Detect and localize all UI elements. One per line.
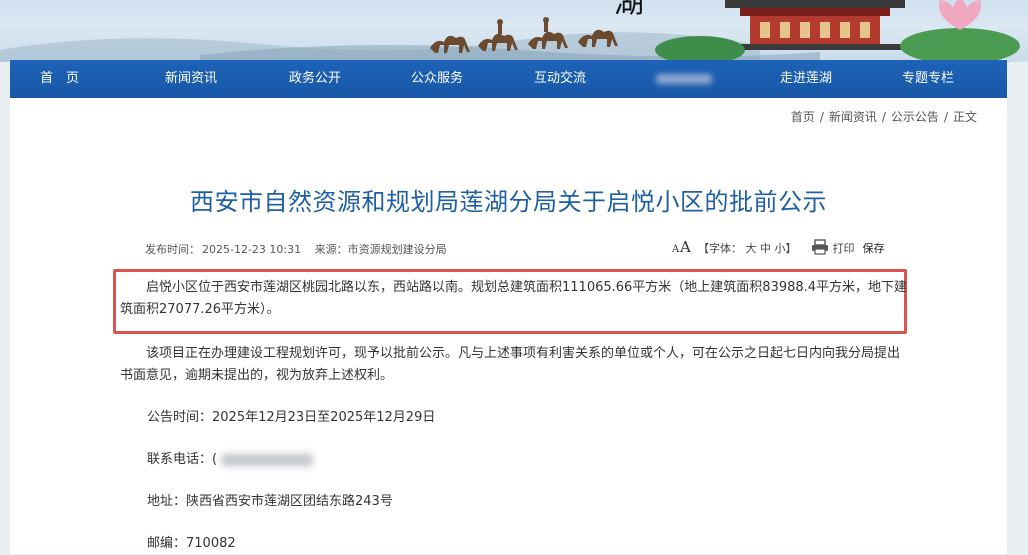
- nav-item-news[interactable]: 新闻资讯: [165, 60, 217, 98]
- paragraph-project-info: 启悦小区位于西安市莲湖区桃园北路以东，西站路以南。规划总建筑面积111065.6…: [120, 277, 910, 321]
- breadcrumb-notices[interactable]: 公示公告: [891, 110, 939, 124]
- publish-time-label: 发布时间：: [145, 243, 200, 256]
- font-size-close-bracket: 】: [785, 242, 797, 255]
- breadcrumb-news[interactable]: 新闻资讯: [829, 110, 877, 124]
- redacted-block: [656, 73, 712, 84]
- svg-text:A: A: [679, 238, 691, 254]
- banner-calligraphy: 湖: [614, 0, 644, 20]
- font-size-open-bracket: 【字体：: [698, 242, 742, 255]
- font-large-button[interactable]: 大: [746, 242, 757, 255]
- printer-icon[interactable]: [811, 238, 829, 258]
- font-size-icon: A A: [671, 238, 694, 258]
- font-small-button[interactable]: 小: [775, 242, 786, 255]
- contact-phone: 联系电话：(: [147, 449, 937, 471]
- nav-item-public-services[interactable]: 公众服务: [411, 60, 463, 98]
- breadcrumb-separator: /: [881, 110, 886, 124]
- paragraph-text: 该项目正在办理建设工程规划许可，现予以批前公示。凡与上述事项有利害关系的单位或个…: [120, 346, 901, 383]
- article-meta: 发布时间： 2025-12-23 10:31 来源：市资源规划建设分局: [145, 241, 447, 257]
- notice-period: 公告时间：2025年12月23日至2025年12月29日: [147, 407, 937, 429]
- article-title: 西安市自然资源和规划局莲湖分局关于启悦小区的批前公示: [190, 188, 827, 216]
- phone-value: (: [212, 452, 218, 467]
- address: 地址：陕西省西安市莲湖区团结东路243号: [147, 491, 937, 513]
- banner-illustration: 湖: [0, 0, 1020, 62]
- address-text: 地址：陕西省西安市莲湖区团结东路243号: [147, 494, 393, 509]
- breadcrumb-separator: /: [943, 110, 948, 124]
- font-size-controls: 【字体： 大 中 小】: [698, 240, 797, 256]
- breadcrumb-separator: /: [819, 110, 824, 124]
- article-card: 首页 / 新闻资讯 / 公示公告 / 正文 西安市自然资源和规划局莲湖分局关于启悦小区的批前…: [10, 98, 1007, 554]
- header-banner: 湖: [0, 0, 1028, 62]
- breadcrumb-current: 正文: [952, 110, 977, 124]
- nav-item-home[interactable]: 首 页: [40, 60, 79, 98]
- main-nav: 首 页 新闻资讯 政务公开 公众服务 互动交流 走进莲湖 专题专栏: [10, 60, 1007, 98]
- print-button[interactable]: 打印: [833, 240, 855, 256]
- paragraph-permit-notice: 该项目正在办理建设工程规划许可，现予以批前公示。凡与上述事项有利害关系的单位或个…: [120, 343, 910, 387]
- article-tools: A A 【字体： 大 中 小】 打印 保存: [671, 238, 885, 258]
- nav-item-government-affairs[interactable]: 政务公开: [289, 60, 341, 98]
- breadcrumb-home[interactable]: 首页: [791, 110, 815, 124]
- publish-time: 2025-12-23 10:31: [202, 243, 302, 256]
- nav-item-interaction[interactable]: 互动交流: [534, 60, 586, 98]
- nav-item-special-topics[interactable]: 专题专栏: [902, 60, 954, 98]
- redacted-phone: [221, 453, 314, 466]
- breadcrumb: 首页 / 新闻资讯 / 公示公告 / 正文: [791, 108, 977, 125]
- postcode: 邮编：710082: [147, 533, 937, 555]
- postcode-text: 邮编：710082: [147, 536, 236, 551]
- source-value: 市资源规划建设分局: [347, 243, 447, 256]
- font-medium-button[interactable]: 中: [760, 242, 771, 255]
- nav-item-redacted[interactable]: [656, 60, 712, 98]
- phone-label: 联系电话：: [147, 452, 213, 467]
- save-button[interactable]: 保存: [863, 240, 885, 256]
- svg-text:A: A: [672, 244, 680, 254]
- paragraph-text: 启悦小区位于西安市莲湖区桃园北路以东，西站路以南。规划总建筑面积111065.6…: [120, 280, 908, 317]
- source-label: 来源：: [314, 243, 348, 256]
- nav-item-about-lianhu[interactable]: 走进莲湖: [780, 60, 832, 98]
- notice-period-text: 公告时间：2025年12月23日至2025年12月29日: [147, 410, 436, 425]
